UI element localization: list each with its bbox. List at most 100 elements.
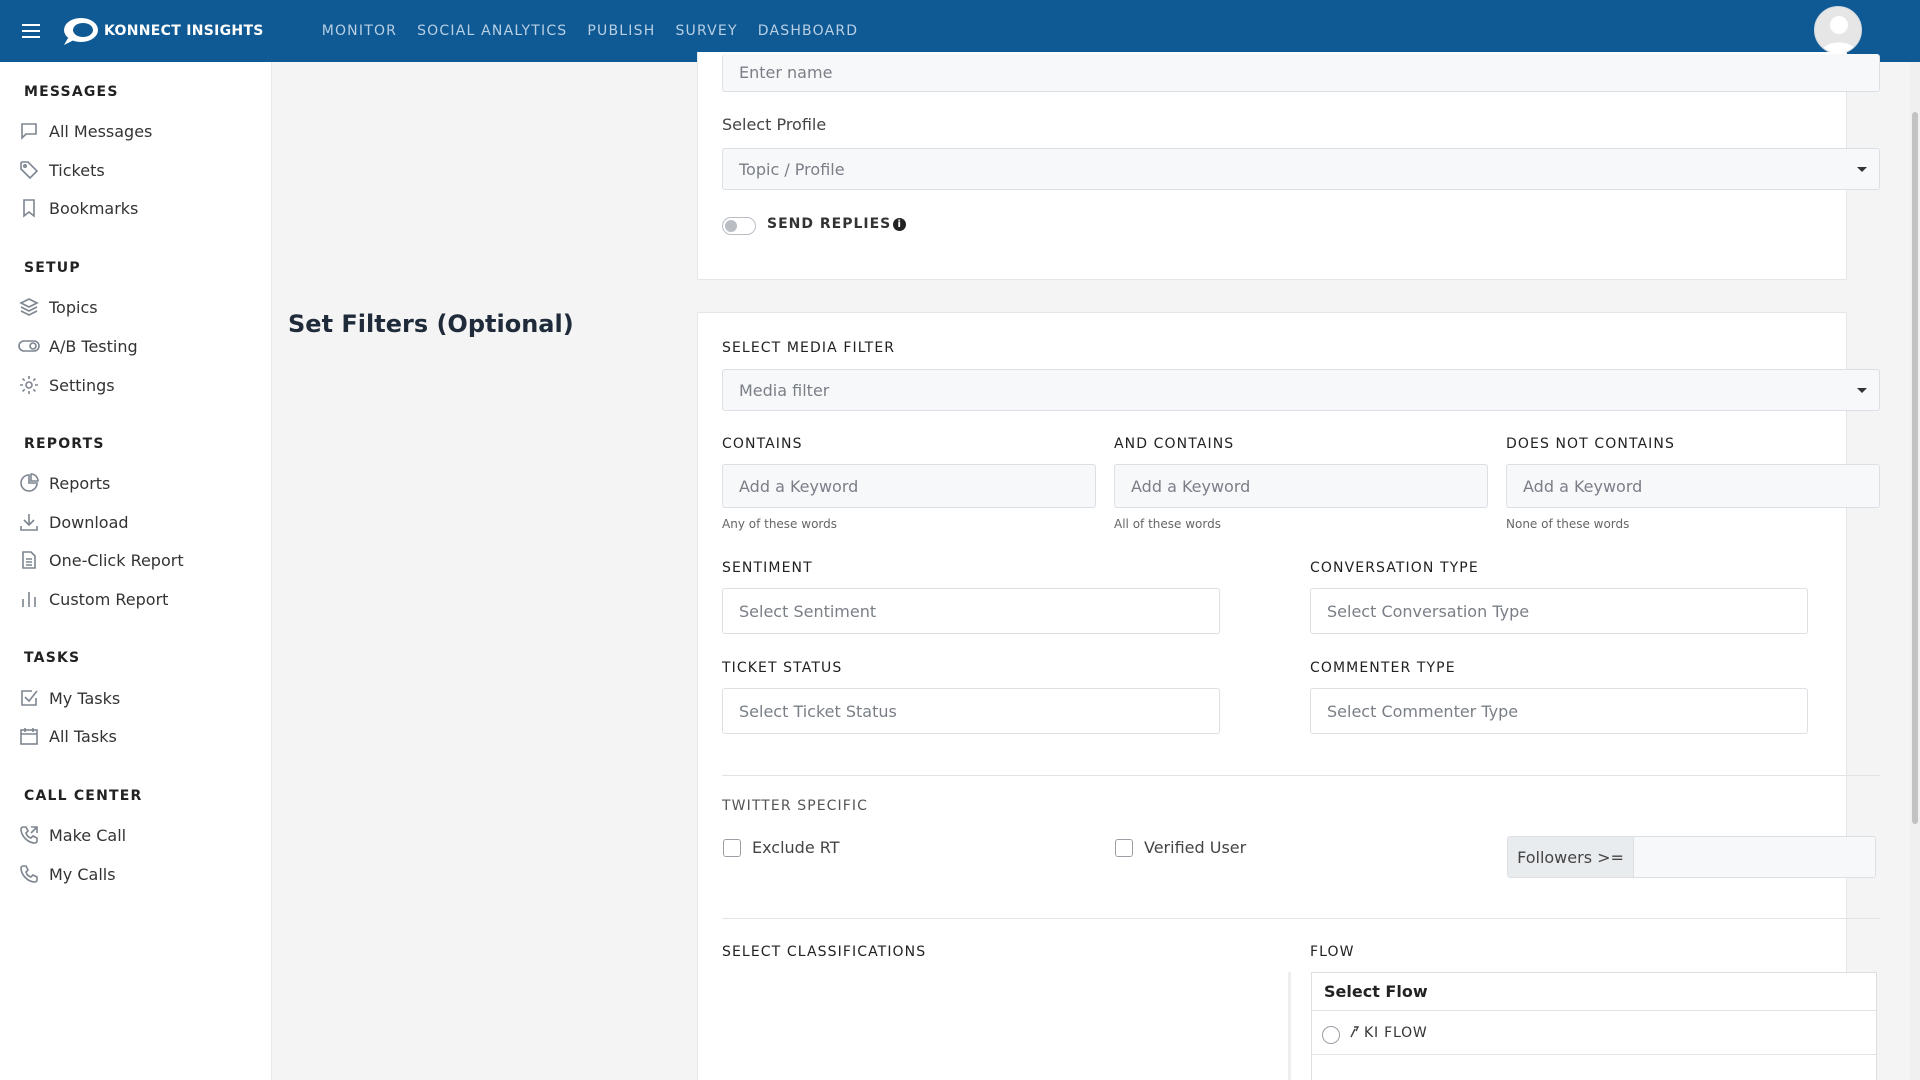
menu-toggle-button[interactable] (0, 0, 62, 62)
flow-icon (1348, 1023, 1360, 1042)
profile-select[interactable]: Topic / Profile (722, 148, 1880, 190)
sidebar-item-label: Download (49, 512, 129, 532)
nav-monitor[interactable]: MONITOR (312, 0, 407, 62)
konnect-logo-icon (62, 16, 102, 46)
not-contains-input[interactable]: Add a Keyword (1506, 464, 1880, 508)
contains-hint: Any of these words (722, 517, 838, 531)
name-input-placeholder: Enter name (739, 63, 833, 82)
followers-input[interactable] (1634, 837, 1875, 877)
ticket-status-select[interactable]: Select Ticket Status (722, 688, 1220, 734)
sidebar-item-label: One-Click Report (49, 550, 184, 570)
not-contains-hint: None of these words (1506, 517, 1630, 531)
flow-radio[interactable] (1322, 1025, 1340, 1044)
sentiment-placeholder: Select Sentiment (739, 601, 877, 621)
sidebar-item-label: All Tasks (49, 726, 117, 746)
contains-input[interactable]: Add a Keyword (722, 464, 1096, 508)
name-input[interactable]: Enter name (722, 54, 1880, 92)
sidebar-section-call-center: CALL CENTER (24, 788, 143, 804)
not-contains-label: DOES NOT CONTAINS (1506, 436, 1675, 452)
and-contains-placeholder: Add a Keyword (1131, 476, 1251, 496)
sidebar-item-label: All Messages (49, 121, 153, 141)
conversation-type-select[interactable]: Select Conversation Type (1310, 588, 1808, 634)
document-icon (18, 549, 40, 571)
brand-logo[interactable]: KONNECT INSIGHTS (62, 16, 264, 46)
sidebar-item-all-messages[interactable]: All Messages (18, 116, 258, 146)
sidebar-item-download[interactable]: Download (18, 507, 258, 537)
classifications-scroll-rule (1288, 972, 1291, 1080)
sidebar-item-reports[interactable]: Reports (18, 468, 258, 498)
sidebar-item-label: A/B Testing (49, 336, 138, 356)
bookmark-icon (18, 197, 40, 219)
sidebar-item-label: Reports (49, 473, 111, 493)
sidebar-item-make-call[interactable]: Make Call (18, 820, 258, 850)
ticket-status-placeholder: Select Ticket Status (739, 701, 897, 721)
user-avatar[interactable] (1814, 6, 1862, 54)
sidebar-item-bookmarks[interactable]: Bookmarks (18, 193, 258, 223)
pie-chart-icon (18, 472, 40, 494)
info-icon[interactable]: i (893, 218, 907, 231)
sidebar-item-label: Bookmarks (49, 198, 139, 218)
hamburger-icon (22, 24, 40, 38)
caret-down-icon (1857, 167, 1867, 172)
download-icon (18, 511, 40, 533)
and-contains-label: AND CONTAINS (1114, 436, 1235, 452)
bar-chart-icon (18, 588, 40, 610)
sidebar-section-tasks: TASKS (24, 650, 81, 666)
phone-icon (18, 863, 40, 885)
verified-user-checkbox[interactable] (1115, 839, 1133, 857)
scrollbar-thumb[interactable] (1912, 112, 1918, 824)
sidebar-item-my-calls[interactable]: My Calls (18, 859, 258, 889)
sidebar-item-label: My Tasks (49, 688, 121, 708)
contains-placeholder: Add a Keyword (739, 476, 859, 496)
flow-list: Select Flow KI FLOW (1311, 972, 1877, 1080)
tag-icon (18, 159, 40, 181)
page-scrollbar[interactable] (1910, 62, 1920, 1080)
sidebar-item-label: Tickets (49, 160, 105, 180)
divider (722, 775, 1880, 776)
sidebar-item-custom-report[interactable]: Custom Report (18, 584, 258, 614)
flow-option-label: KI FLOW (1364, 1024, 1428, 1041)
divider (722, 918, 1880, 919)
nav-social-analytics[interactable]: SOCIAL ANALYTICS (407, 0, 577, 62)
send-replies-text: SEND REPLIES (767, 216, 892, 232)
nav-publish[interactable]: PUBLISH (577, 0, 665, 62)
commenter-type-placeholder: Select Commenter Type (1327, 701, 1519, 721)
sidebar-section-messages: MESSAGES (24, 84, 119, 100)
followers-input-group: Followers >= (1507, 836, 1876, 878)
sidebar-section-reports: REPORTS (24, 436, 105, 452)
sidebar-item-label: Settings (49, 375, 115, 395)
select-profile-label: Select Profile (722, 115, 827, 134)
phone-outgoing-icon (18, 824, 40, 846)
commenter-type-label: COMMENTER TYPE (1310, 660, 1456, 676)
sentiment-select[interactable]: Select Sentiment (722, 588, 1220, 634)
user-icon (1821, 16, 1857, 53)
sidebar-item-label: My Calls (49, 864, 116, 884)
commenter-type-select[interactable]: Select Commenter Type (1310, 688, 1808, 734)
filters-section-title: Set Filters (Optional) (288, 310, 574, 338)
sidebar-item-all-tasks[interactable]: All Tasks (18, 721, 258, 751)
flow-list-header: Select Flow (1312, 973, 1876, 1011)
sidebar-item-topics[interactable]: Topics (18, 292, 258, 322)
sidebar-item-label: Make Call (49, 825, 127, 845)
verified-user-label[interactable]: Verified User (1144, 838, 1246, 857)
ticket-status-label: TICKET STATUS (722, 660, 843, 676)
check-square-icon (18, 687, 40, 709)
send-replies-toggle[interactable] (722, 217, 756, 235)
sidebar-item-my-tasks[interactable]: My Tasks (18, 683, 258, 713)
sidebar-item-tickets[interactable]: Tickets (18, 155, 258, 185)
media-filter-value: Media filter (739, 380, 830, 400)
flow-option-row[interactable]: KI FLOW (1312, 1011, 1876, 1055)
exclude-rt-label[interactable]: Exclude RT (752, 838, 840, 857)
sidebar-item-label: Topics (49, 297, 98, 317)
media-filter-select[interactable]: Media filter (722, 369, 1880, 411)
exclude-rt-checkbox[interactable] (723, 839, 741, 857)
sidebar-item-ab-testing[interactable]: A/B Testing (18, 331, 258, 361)
sidebar: MESSAGES All Messages Tickets Bookmarks … (0, 62, 272, 1080)
sidebar-item-settings[interactable]: Settings (18, 370, 258, 400)
send-replies-label: SEND REPLIES i (767, 216, 907, 232)
conversation-type-label: CONVERSATION TYPE (1310, 560, 1479, 576)
and-contains-input[interactable]: Add a Keyword (1114, 464, 1488, 508)
layers-icon (18, 296, 40, 318)
sidebar-item-one-click-report[interactable]: One-Click Report (18, 545, 258, 575)
sidebar-section-setup: SETUP (24, 260, 81, 276)
